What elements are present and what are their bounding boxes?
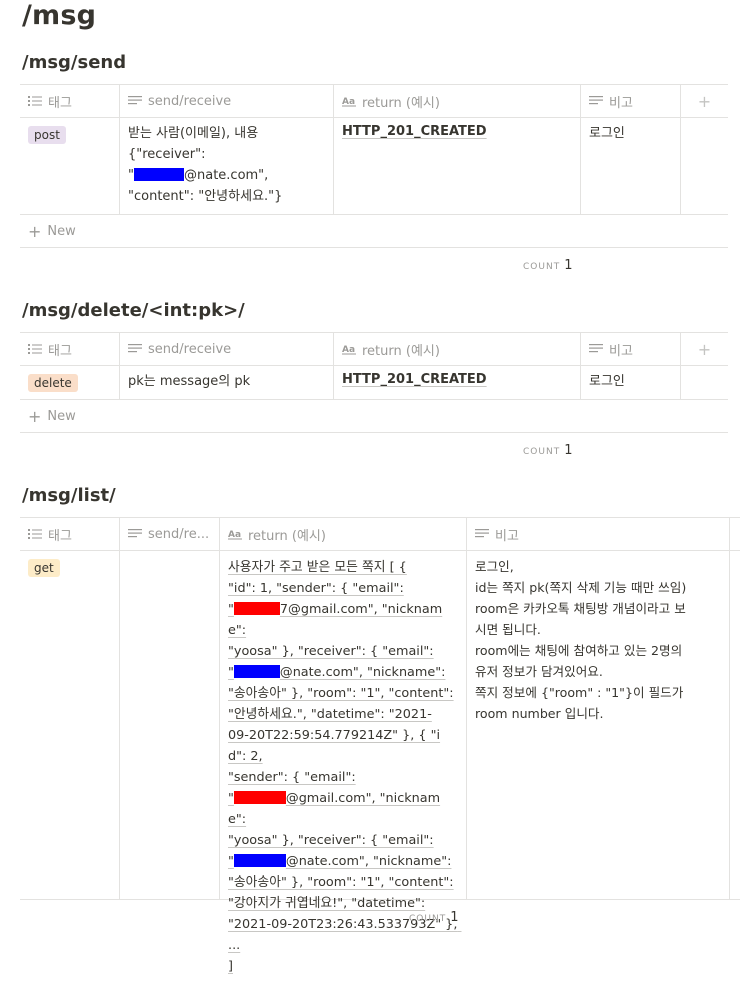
table-row[interactable]: post 받는 사람(이메일), 내용 {"receiver": " @nate.… — [20, 118, 728, 215]
return-cell[interactable]: HTTP_201_CREATED — [334, 366, 581, 399]
redacted-email-block — [233, 791, 286, 804]
count-label: COUNT — [523, 262, 561, 272]
return-cell[interactable]: HTTP_201_CREATED — [334, 118, 581, 214]
text-lines-icon — [589, 344, 603, 353]
count-label: COUNT — [409, 914, 447, 924]
tag-get-badge: get — [28, 559, 60, 577]
empty-cell — [681, 118, 728, 214]
column-header-label: 비고 — [495, 528, 519, 544]
section-heading-send[interactable]: /msg/send — [22, 52, 126, 73]
column-header-return[interactable]: Aa return (예시) — [220, 518, 467, 550]
return-value: HTTP_201_CREATED — [342, 372, 487, 387]
return-text-part: @nate.com", "nickname": "송아송아" }, "room"… — [228, 665, 454, 806]
column-header-label: 비고 — [609, 343, 633, 359]
tag-delete-badge: delete — [28, 374, 78, 392]
column-header-label: 태그 — [48, 343, 72, 359]
column-header-send-receive[interactable]: send/receive — [120, 85, 334, 117]
column-header-label: send/re... — [148, 526, 210, 542]
section-heading-delete[interactable]: /msg/delete/<int:pk>/ — [22, 300, 245, 321]
redacted-email-block — [233, 854, 286, 867]
tag-cell[interactable]: post — [20, 118, 120, 214]
column-header-label: return (예시) — [362, 343, 440, 359]
send-receive-cell[interactable]: 받는 사람(이메일), 내용 {"receiver": " @nate.com",… — [120, 118, 334, 214]
list-icon — [28, 344, 42, 354]
new-row-label: New — [47, 223, 76, 239]
column-header-label: send/receive — [148, 341, 232, 357]
column-header-tag[interactable]: 태그 — [20, 518, 120, 550]
note-cell[interactable]: 로그인 — [581, 366, 681, 399]
column-header-label: return (예시) — [248, 528, 326, 544]
count-value: 1 — [564, 443, 573, 458]
add-column-button[interactable]: + — [681, 85, 728, 117]
column-header-label: return (예시) — [362, 95, 440, 111]
count-label: COUNT — [523, 447, 561, 457]
count-value: 1 — [564, 258, 573, 273]
list-icon — [28, 96, 42, 106]
text-lines-icon — [128, 96, 142, 105]
column-header-tag[interactable]: 태그 — [20, 85, 120, 117]
send-receive-cell[interactable]: pk는 message의 pk — [120, 366, 334, 399]
table-list: 태그 send/re... Aa return (예시) 비고 get 사용자가… — [20, 517, 740, 974]
redacted-email-block — [233, 602, 280, 615]
table-header-row: 태그 send/re... Aa return (예시) 비고 — [20, 518, 740, 551]
title-aa-icon: Aa — [342, 97, 356, 107]
redacted-email-block — [233, 665, 280, 678]
tag-post-badge: post — [28, 126, 66, 144]
return-cell[interactable]: 사용자가 주고 받은 모든 쪽지 [ { "id": 1, "sender": … — [220, 551, 467, 974]
column-header-return[interactable]: Aa return (예시) — [334, 333, 581, 365]
text-lines-icon — [128, 344, 142, 353]
tag-cell[interactable]: delete — [20, 366, 120, 399]
text-lines-icon — [589, 96, 603, 105]
section-heading-list[interactable]: /msg/list/ — [22, 485, 116, 506]
table-header-row: 태그 send/receive Aa return (예시) 비고 + — [20, 333, 728, 366]
text-lines-icon — [128, 529, 142, 538]
table-row[interactable]: delete pk는 message의 pk HTTP_201_CREATED … — [20, 366, 728, 400]
row-count[interactable]: COUNT 1 — [409, 910, 458, 925]
new-row-button[interactable]: + New — [20, 400, 728, 433]
table-header-row: 태그 send/receive Aa return (예시) 비고 + — [20, 85, 728, 118]
note-cell[interactable]: 로그인 — [581, 118, 681, 214]
title-aa-icon: Aa — [342, 345, 356, 355]
tag-cell[interactable]: get — [20, 551, 120, 899]
column-header-label: 태그 — [48, 95, 72, 111]
count-value: 1 — [450, 910, 459, 925]
note-cell[interactable]: 로그인, id는 쪽지 pk(쪽지 삭제 기능 때만 쓰임) room은 카카오… — [467, 551, 730, 899]
table-delete: 태그 send/receive Aa return (예시) 비고 + dele… — [20, 332, 728, 433]
page-title: /msg — [22, 0, 97, 31]
column-header-tag[interactable]: 태그 — [20, 333, 120, 365]
plus-icon: + — [28, 406, 42, 426]
send-receive-cell[interactable] — [120, 551, 220, 899]
column-header-label: send/receive — [148, 93, 232, 109]
empty-cell — [681, 366, 728, 399]
column-header-label: 태그 — [48, 528, 72, 544]
row-count[interactable]: COUNT 1 — [523, 258, 572, 273]
text-lines-icon — [475, 529, 489, 538]
list-icon — [28, 529, 42, 539]
table-row[interactable]: get 사용자가 주고 받은 모든 쪽지 [ { "id": 1, "sende… — [20, 551, 740, 974]
column-header-send-receive[interactable]: send/re... — [120, 518, 220, 550]
column-header-note[interactable]: 비고 — [581, 85, 681, 117]
column-header-note[interactable]: 비고 — [467, 518, 730, 550]
row-count[interactable]: COUNT 1 — [523, 443, 572, 458]
return-value: HTTP_201_CREATED — [342, 124, 487, 139]
redacted-email-block — [133, 168, 184, 181]
column-header-note[interactable]: 비고 — [581, 333, 681, 365]
plus-icon: + — [28, 221, 42, 241]
column-header-label: 비고 — [609, 95, 633, 111]
column-header-return[interactable]: Aa return (예시) — [334, 85, 581, 117]
new-row-label: New — [47, 408, 76, 424]
add-column-button[interactable]: + — [681, 333, 728, 365]
title-aa-icon: Aa — [228, 530, 242, 540]
table-send: 태그 send/receive Aa return (예시) 비고 + post… — [20, 84, 728, 248]
new-row-button[interactable]: + New — [20, 215, 728, 248]
column-header-send-receive[interactable]: send/receive — [120, 333, 334, 365]
